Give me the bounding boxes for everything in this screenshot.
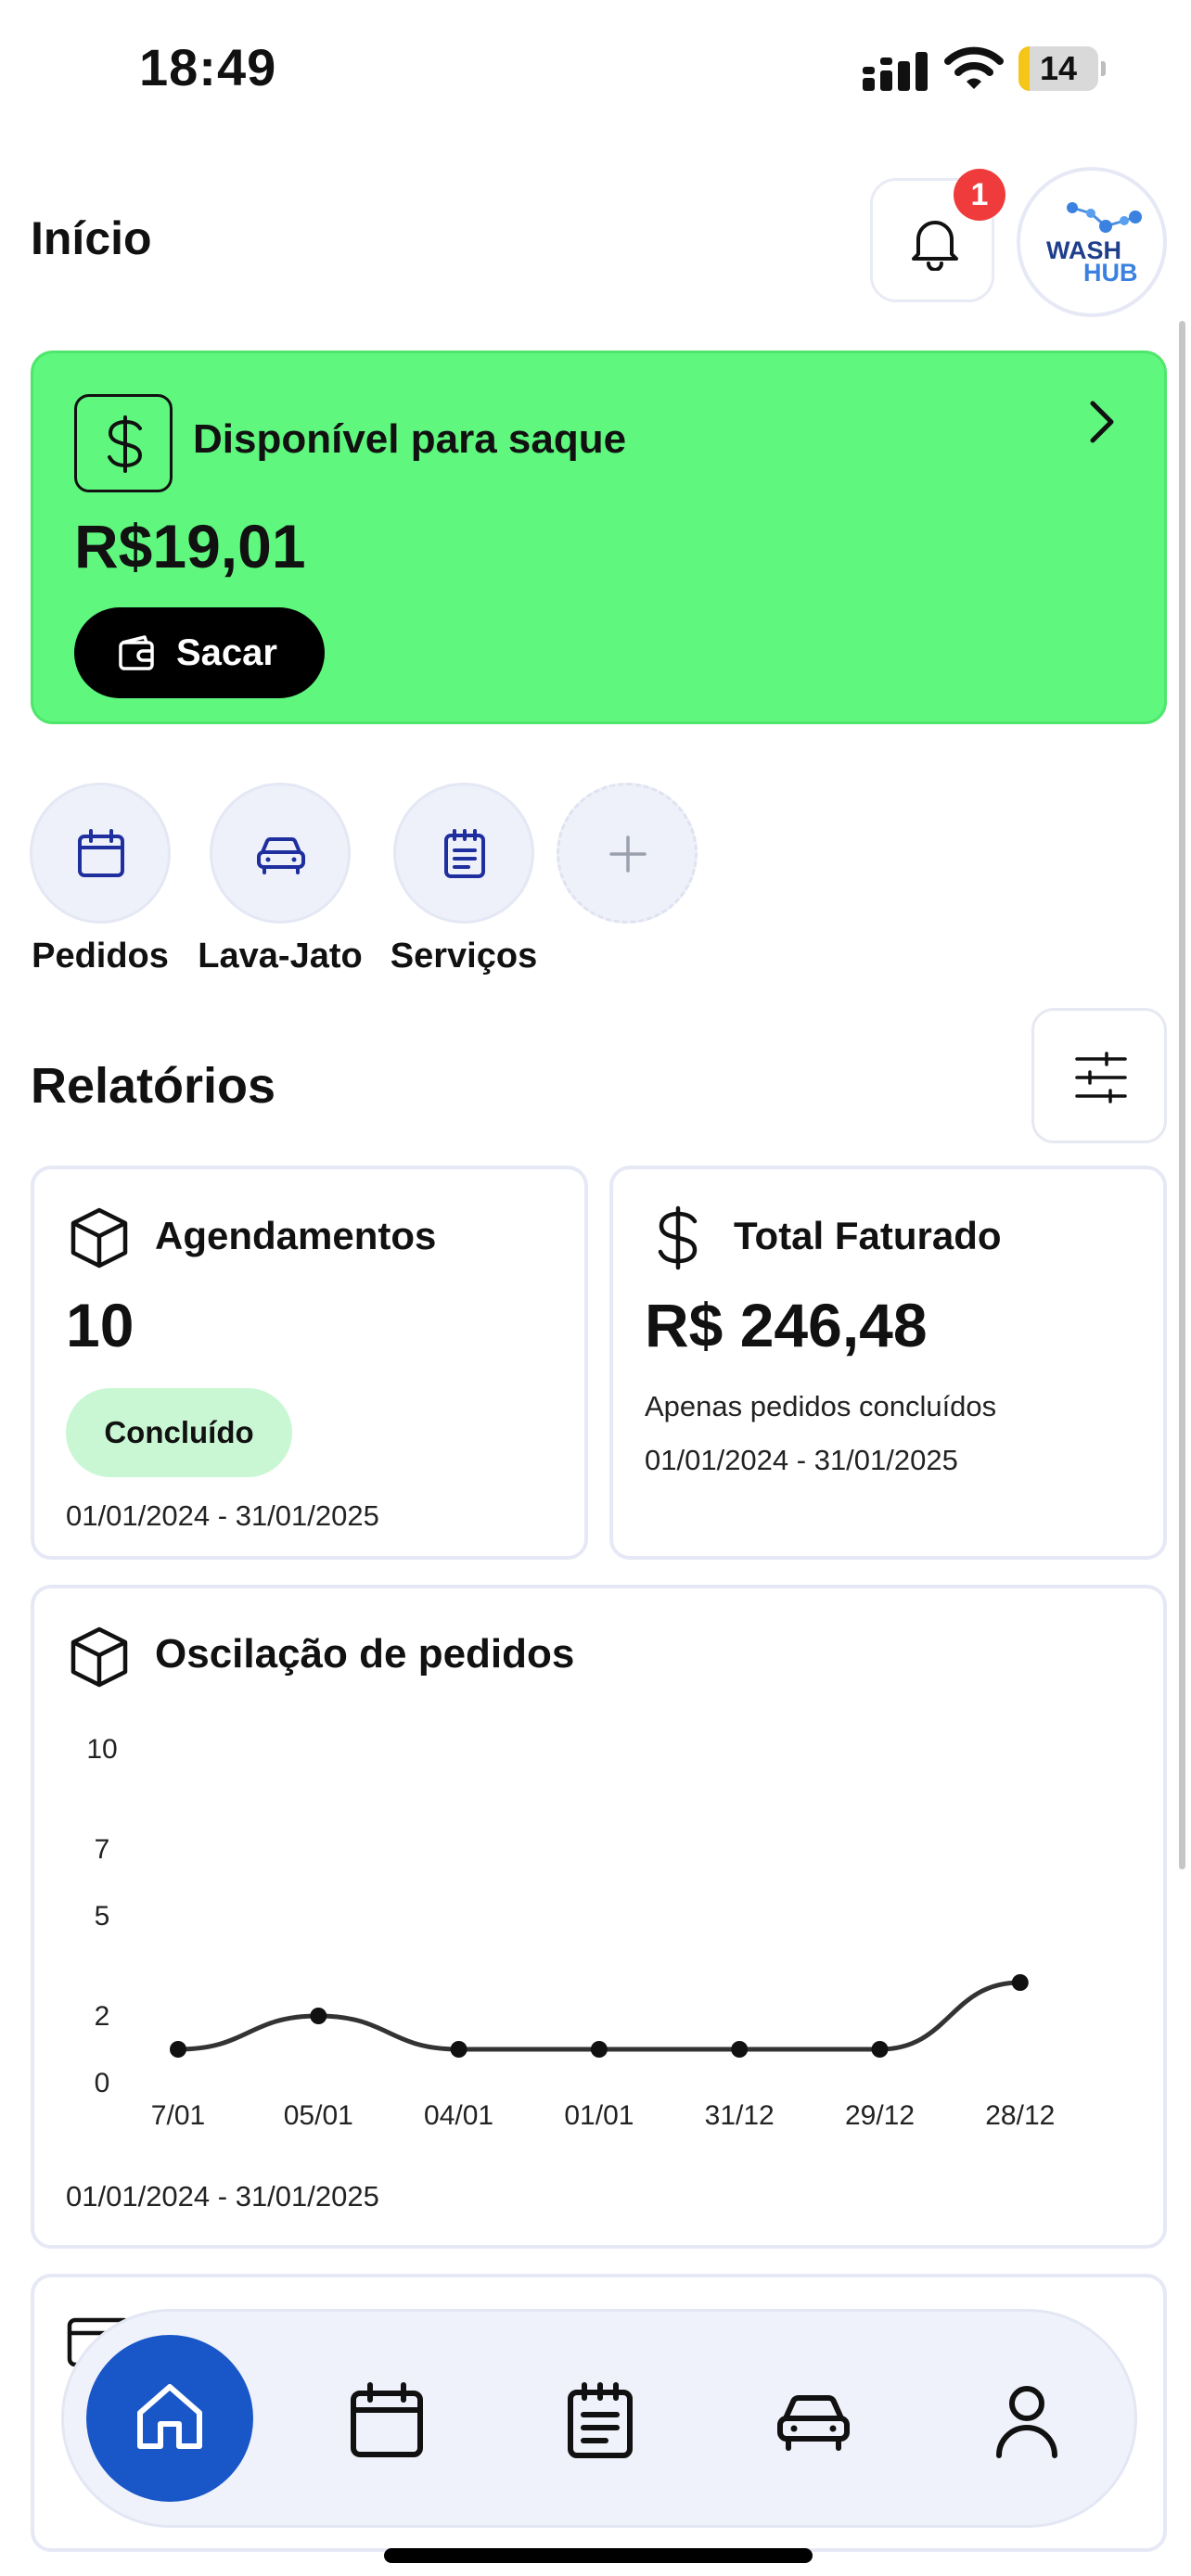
avatar[interactable]: WASH HUB [1017, 167, 1167, 317]
nav-services[interactable] [561, 2381, 639, 2459]
page-title: Início [31, 212, 152, 264]
notepad-icon [444, 829, 485, 878]
chart-date-range: 01/01/2024 - 31/01/2025 [66, 2180, 379, 2213]
wifi-icon [944, 46, 1004, 89]
x-tick-label: 01/01 [564, 2100, 634, 2131]
bottom-nav [61, 2309, 1137, 2528]
y-tick-label: 5 [95, 1901, 110, 1932]
notification-badge: 1 [954, 169, 1005, 221]
logo-text-hub: HUB [1083, 259, 1138, 287]
dollar-icon [108, 415, 143, 473]
x-tick-label: 7/01 [151, 2100, 205, 2131]
revenue-card[interactable]: Total Faturado R$ 246,48 Apenas pedidos … [609, 1166, 1167, 1560]
revenue-note: Apenas pedidos concluídos [645, 1390, 997, 1422]
withdraw-button[interactable]: Sacar [74, 607, 325, 698]
quick-action-orders[interactable] [30, 783, 171, 924]
quick-action-carwash[interactable] [210, 783, 351, 924]
washhub-logo: WASH HUB [1046, 202, 1142, 287]
data-point[interactable] [731, 2041, 749, 2058]
quick-action-services[interactable] [393, 783, 534, 924]
user-icon [996, 2386, 1057, 2458]
status-bar: 18:49 14 [0, 0, 1191, 139]
withdraw-button-label: Sacar [176, 632, 277, 673]
x-tick-label: 29/12 [845, 2100, 915, 2131]
y-tick-label: 10 [86, 1734, 117, 1765]
quick-action-label-orders: Pedidos [32, 937, 169, 976]
x-tick-label: 28/12 [985, 2100, 1055, 2131]
balance-value: R$19,01 [74, 512, 306, 580]
battery-level: 14 [1039, 49, 1078, 87]
data-point[interactable] [871, 2041, 889, 2058]
appointments-value: 10 [66, 1291, 134, 1359]
y-tick-label: 2 [95, 2001, 110, 2032]
calendar-icon [78, 829, 124, 877]
calendar-icon [351, 2382, 423, 2457]
x-tick-label: 31/12 [705, 2100, 775, 2131]
data-point[interactable] [1011, 1974, 1029, 1991]
chevron-right-icon[interactable] [1083, 396, 1121, 448]
quick-action-label-services: Serviços [390, 937, 538, 976]
data-point[interactable] [170, 2041, 186, 2058]
dollar-icon [658, 1205, 698, 1270]
data-point[interactable] [590, 2041, 608, 2058]
car-icon [777, 2395, 850, 2451]
notepad-icon [568, 2382, 633, 2458]
orders-chart-card: Oscilação de pedidos 10 7 5 2 0 7/01 05/01 04/0… [31, 1585, 1167, 2249]
nav-calendar[interactable] [348, 2381, 426, 2459]
nav-profile[interactable] [988, 2381, 1066, 2459]
status-time: 18:49 [139, 38, 277, 96]
data-point[interactable] [310, 2008, 327, 2024]
wallet-icon [119, 635, 154, 670]
home-icon [137, 2384, 202, 2449]
balance-card[interactable]: Disponível para saque R$19,01 Sacar [31, 351, 1167, 724]
sliders-icon [1075, 1052, 1127, 1103]
dollar-icon-box [74, 394, 173, 492]
series-line [177, 1980, 1020, 2052]
appointments-card[interactable]: Agendamentos 10 Concluído 01/01/2024 - 3… [31, 1166, 588, 1560]
x-tick-label: 04/01 [424, 2100, 493, 2131]
quick-action-label-carwash: Lava-Jato [198, 937, 363, 976]
nav-carwash[interactable] [775, 2381, 852, 2459]
box-icon [70, 1207, 128, 1269]
y-tick-label: 0 [95, 2068, 110, 2098]
quick-action-add[interactable] [557, 783, 698, 924]
bell-icon [912, 221, 958, 271]
appointments-date-range: 01/01/2024 - 31/01/2025 [66, 1499, 379, 1532]
balance-label: Disponível para saque [193, 416, 627, 462]
home-indicator [384, 2548, 813, 2563]
plus-icon [609, 835, 647, 873]
appointments-title: Agendamentos [155, 1214, 437, 1257]
filter-button[interactable] [1031, 1008, 1167, 1143]
x-tick-label: 05/01 [284, 2100, 353, 2131]
scrollbar[interactable] [1179, 321, 1185, 1869]
revenue-date-range: 01/01/2024 - 31/01/2025 [645, 1444, 958, 1476]
data-point[interactable] [450, 2041, 467, 2058]
revenue-title: Total Faturado [734, 1214, 1002, 1257]
reports-title: Relatórios [31, 1058, 276, 1114]
y-tick-label: 7 [95, 1834, 110, 1865]
line-chart: 10 7 5 2 0 7/01 05/01 04/01 01/01 31/12 29/12 28/12 [86, 1734, 1055, 2131]
nav-home[interactable] [86, 2335, 253, 2502]
battery-indicator: 14 [1018, 46, 1106, 91]
signal-icon [863, 52, 928, 91]
status-badge: Concluído [66, 1388, 292, 1477]
revenue-value: R$ 246,48 [645, 1291, 928, 1359]
car-icon [257, 836, 305, 874]
